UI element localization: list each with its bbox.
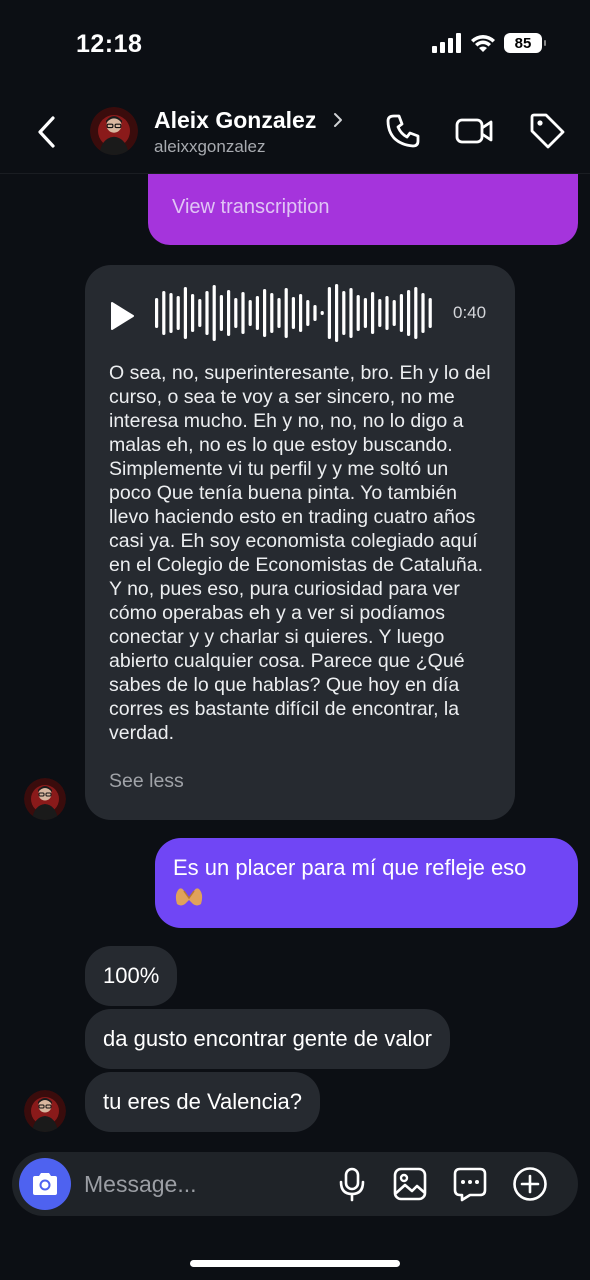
incoming-message[interactable]: tu eres de Valencia? bbox=[85, 1072, 320, 1132]
chat-header: Aleix Gonzalez aleixxgonzalez bbox=[0, 88, 590, 174]
profile-photo bbox=[24, 1090, 66, 1132]
waveform-bar bbox=[191, 294, 195, 332]
waveform-bar bbox=[205, 291, 209, 335]
waveform-bar bbox=[270, 293, 274, 333]
sticker-icon[interactable] bbox=[452, 1166, 488, 1202]
contact-name[interactable]: Aleix Gonzalez bbox=[154, 107, 316, 134]
waveform-bar bbox=[241, 292, 245, 334]
profile-photo bbox=[90, 107, 138, 155]
waveform-bar bbox=[399, 294, 403, 332]
waveform-bar bbox=[407, 290, 411, 336]
waveform-bar bbox=[313, 305, 317, 321]
play-icon[interactable] bbox=[109, 301, 135, 331]
waveform-bar bbox=[327, 287, 331, 339]
message-input[interactable] bbox=[84, 1166, 324, 1202]
avatar[interactable] bbox=[24, 778, 66, 820]
mic-icon[interactable] bbox=[334, 1166, 370, 1202]
waveform-bar bbox=[349, 288, 353, 338]
waveform-bar bbox=[299, 294, 303, 332]
waveform-bar bbox=[356, 295, 360, 331]
waveform-bar bbox=[198, 299, 202, 327]
home-indicator[interactable] bbox=[190, 1260, 400, 1267]
outgoing-message[interactable]: Es un placer para mí que refleje eso bbox=[155, 838, 578, 928]
heart-hands-emoji bbox=[175, 888, 203, 906]
incoming-message[interactable]: 100% bbox=[85, 946, 178, 1006]
waveform-bar bbox=[183, 287, 187, 339]
waveform-bar bbox=[263, 289, 267, 337]
waveform-bar bbox=[212, 285, 216, 341]
waveform-bar bbox=[378, 299, 382, 327]
waveform-bar bbox=[306, 300, 310, 326]
camera-button[interactable] bbox=[19, 1158, 71, 1210]
incoming-message[interactable]: da gusto encontrar gente de valor bbox=[85, 1009, 451, 1069]
waveform-bar bbox=[335, 284, 339, 342]
waveform-bar bbox=[169, 293, 173, 333]
message-composer bbox=[12, 1152, 578, 1216]
waveform-bar bbox=[392, 300, 396, 326]
waveform-bar bbox=[234, 298, 238, 328]
waveform-bar bbox=[371, 292, 375, 334]
waveform-bar bbox=[248, 300, 252, 326]
waveform-bar bbox=[421, 293, 425, 333]
waveform-bar bbox=[414, 287, 418, 339]
voice-duration: 0:40 bbox=[453, 303, 487, 322]
waveform-bar bbox=[176, 296, 180, 330]
contact-avatar[interactable] bbox=[90, 107, 138, 155]
incoming-voice-message[interactable]: 0:40 O sea, no, superinteresante, bro. E… bbox=[85, 265, 515, 820]
camera-icon bbox=[33, 1173, 57, 1195]
tag-icon[interactable] bbox=[528, 112, 566, 150]
voice-transcript: O sea, no, superinteresante, bro. Eh y l… bbox=[109, 362, 491, 744]
waveform-bar bbox=[284, 288, 288, 338]
waveform-bar bbox=[162, 291, 166, 335]
outgoing-message-text: Es un placer para mí que refleje eso bbox=[173, 855, 527, 880]
waveform-bar bbox=[320, 311, 324, 315]
waveform-bar bbox=[428, 298, 432, 328]
waveform-bar bbox=[255, 296, 259, 330]
add-icon[interactable] bbox=[512, 1166, 548, 1202]
waveform-bar bbox=[363, 298, 367, 328]
view-transcription-link[interactable]: View transcription bbox=[172, 196, 329, 219]
phone-icon[interactable] bbox=[384, 112, 422, 150]
waveform-bar bbox=[277, 298, 281, 328]
waveform-bar bbox=[219, 295, 223, 331]
chevron-right-icon[interactable] bbox=[332, 110, 344, 130]
waveform-bar bbox=[342, 291, 346, 335]
contact-handle: aleixxgonzalez bbox=[154, 137, 266, 156]
back-icon[interactable] bbox=[32, 112, 62, 152]
gallery-icon[interactable] bbox=[392, 1166, 428, 1202]
waveform-bar bbox=[227, 290, 231, 336]
see-less-link[interactable]: See less bbox=[109, 770, 184, 793]
profile-photo bbox=[24, 778, 66, 820]
waveform-bar bbox=[385, 296, 389, 330]
waveform-bar bbox=[291, 297, 295, 329]
avatar[interactable] bbox=[24, 1090, 66, 1132]
video-icon[interactable] bbox=[455, 112, 493, 150]
waveform-bar bbox=[155, 298, 159, 328]
